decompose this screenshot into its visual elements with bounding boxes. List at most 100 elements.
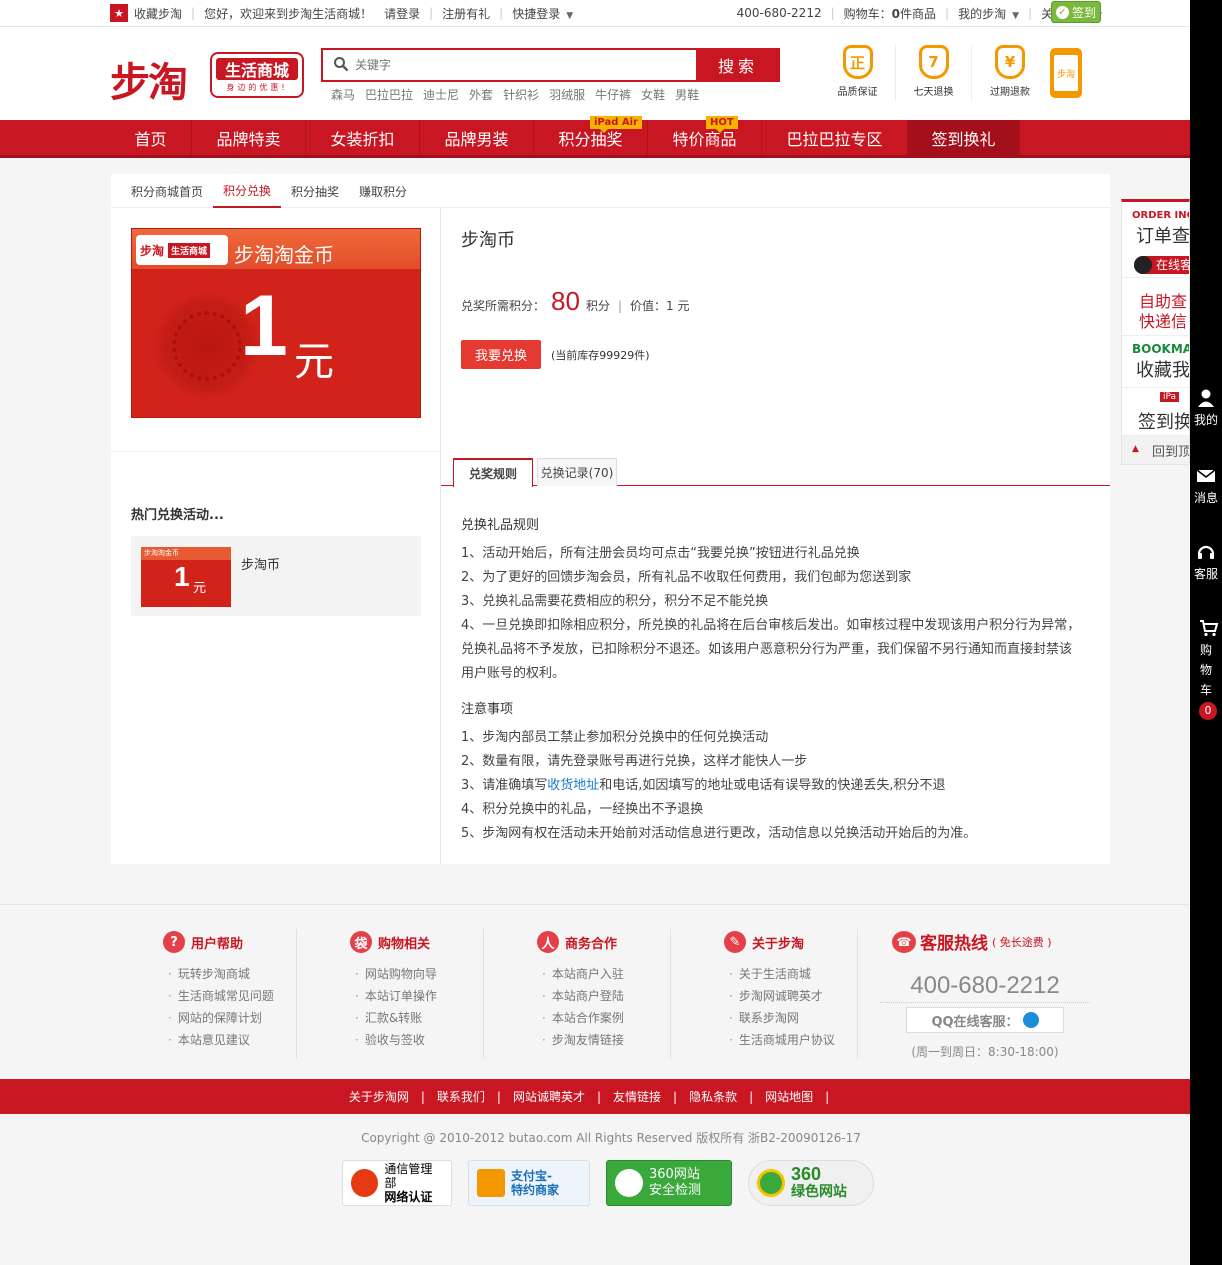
tab-exchange-records[interactable]: 兑换记录(70) <box>537 458 617 486</box>
sidebar-messages[interactable]: 消息 <box>1190 466 1222 508</box>
footer-link[interactable]: 联系步淘网 <box>729 1007 857 1029</box>
mobile-app-icon[interactable]: 步淘 <box>1050 48 1082 98</box>
favorite-link[interactable]: 收藏步淘 <box>134 5 182 22</box>
my-butao-dropdown[interactable]: 我的步淘 ▼ <box>958 5 1019 22</box>
left-column: 步淘 生活商城 步淘淘金币 1 元 热门兑换活动... 步淘淘金币 1 元 步淘币 <box>111 208 441 864</box>
sign-exchange[interactable]: iPa 签到换 <box>1122 388 1189 436</box>
footer-col-shopping: 袋购物相关 网站购物向导 本站订单操作 汇款&转账 验收与签收 <box>297 929 484 1059</box>
site-logo[interactable]: 步淘 生活商城 身边的优惠! <box>110 42 305 106</box>
footer-link[interactable]: 生活商城常见问题 <box>168 985 296 1007</box>
footer-link[interactable]: 生活商城用户协议 <box>729 1029 857 1051</box>
nav-item-brand-sale[interactable]: 品牌特卖 <box>192 120 306 155</box>
footer-link[interactable]: 本站商户登陆 <box>542 985 670 1007</box>
arrow-up-icon: ▲ <box>1132 444 1139 454</box>
hotword-link[interactable]: 森马 <box>331 86 355 103</box>
hotword-link[interactable]: 巴拉巴拉 <box>365 86 413 103</box>
tab-earn-points[interactable]: 赚取积分 <box>349 174 417 208</box>
footer-bar-link[interactable]: 网站地图 <box>765 1088 813 1105</box>
footer-bar-link[interactable]: 隐私条款 <box>689 1088 737 1105</box>
guarantee-list: 正 品质保证 7 七天退换 ¥ 过期退款 <box>820 45 1048 101</box>
caret-down-icon: ▼ <box>566 10 574 21</box>
login-link[interactable]: 请登录 <box>384 5 420 22</box>
guarantee-refund[interactable]: ¥ 过期退款 <box>972 45 1048 101</box>
pen-icon: ✎ <box>723 931 746 953</box>
welcome-text: 您好，欢迎来到步淘生活商城！ <box>204 6 373 21</box>
hot-item-thumb[interactable]: 步淘淘金币 1 元 <box>141 547 231 607</box>
tab-points-exchange[interactable]: 积分兑换 <box>213 174 282 208</box>
footer-bar-link[interactable]: 友情链接 <box>613 1088 661 1105</box>
copyright: Copyright @ 2010-2012 butao.com All Righ… <box>361 1131 861 1145</box>
tab-exchange-rules[interactable]: 兑奖规则 <box>453 458 533 487</box>
footer-link[interactable]: 本站合作案例 <box>542 1007 670 1029</box>
cart-link[interactable]: 购物车：0件商品 <box>844 5 936 22</box>
nav-item-sign-gift[interactable]: 签到换礼 <box>908 120 1020 155</box>
signin-button[interactable]: ✓ 签到 <box>1051 1 1101 23</box>
badge-360-green[interactable]: 360 绿色网站 <box>748 1160 874 1206</box>
nav-item-home[interactable]: 首页 <box>110 120 192 155</box>
right-toolbar: 我的 消息 客服 购物车 0 <box>1190 0 1222 1265</box>
nav-item-women-discount[interactable]: 女装折扣 <box>306 120 420 155</box>
redeem-button[interactable]: 我要兑换 <box>461 340 541 369</box>
star-icon[interactable]: ★ <box>110 4 128 22</box>
rules-content: 兑换礼品规则 1、活动开始后，所有注册会员均可点击“我要兑换”按钮进行礼品兑换 … <box>461 514 1081 846</box>
hotword-link[interactable]: 牛仔裤 <box>595 86 631 103</box>
sidebar-mine[interactable]: 我的 <box>1190 388 1222 430</box>
qq-online-service[interactable]: QQ在线客服： <box>906 1007 1064 1033</box>
badge-360-security[interactable]: 360网站 安全检测 <box>606 1160 732 1206</box>
footer-link[interactable]: 本站意见建议 <box>168 1029 296 1051</box>
badge-telecom[interactable]: 通信管理部 网络认证 <box>342 1160 452 1206</box>
footer-link[interactable]: 网站的保障计划 <box>168 1007 296 1029</box>
hotword-link[interactable]: 迪士尼 <box>423 86 459 103</box>
footer-link[interactable]: 验收与签收 <box>355 1029 483 1051</box>
footer-link[interactable]: 汇款&转账 <box>355 1007 483 1029</box>
hotword-link[interactable]: 针织衫 <box>503 86 539 103</box>
footer-link[interactable]: 网站购物向导 <box>355 963 483 985</box>
footer-link[interactable]: 步淘友情链接 <box>542 1029 670 1051</box>
cart-count-badge: 0 <box>1199 702 1217 720</box>
address-link[interactable]: 收货地址 <box>547 778 599 793</box>
footer-link[interactable]: 本站商户入驻 <box>542 963 670 985</box>
sidebar-service[interactable]: 客服 <box>1190 542 1222 584</box>
top-bar: ★ 收藏步淘 | 您好，欢迎来到步淘生活商城！ 请登录 | 注册有礼 | 快捷登… <box>0 0 1190 27</box>
rule-item: 2、为了更好的回馈步淘会员，所有礼品不收取任何费用，我们包邮为您送到家 <box>461 570 912 585</box>
footer-bar-link[interactable]: 联系我们 <box>437 1088 485 1105</box>
hotword-link[interactable]: 女鞋 <box>641 86 665 103</box>
note-item: 4、积分兑换中的礼品，一经换出不予退换 <box>461 802 704 817</box>
footer-link[interactable]: 玩转步淘商城 <box>168 963 296 985</box>
footer-link[interactable]: 步淘网诚聘英才 <box>729 985 857 1007</box>
hotword-link[interactable]: 外套 <box>469 86 493 103</box>
nav-item-special-price[interactable]: 特价商品 HOT <box>648 116 762 155</box>
hot-exchange-item[interactable]: 步淘淘金币 1 元 步淘币 <box>131 536 421 616</box>
quick-login-dropdown[interactable]: 快捷登录 ▼ <box>512 5 573 22</box>
nav-item-men-brand[interactable]: 品牌男装 <box>420 120 534 155</box>
hotline-text: 400-680-2212 <box>736 6 822 20</box>
search-button[interactable]: 搜索 <box>696 48 780 82</box>
bookmark[interactable]: BOOKMA 收藏我 <box>1122 336 1189 388</box>
guarantee-quality[interactable]: 正 品质保证 <box>820 45 896 101</box>
rules-heading: 兑换礼品规则 <box>461 518 540 533</box>
tab-points-lottery[interactable]: 积分抽奖 <box>281 174 349 208</box>
price-line: 兑奖所需积分： 80 积分 | 价值：1 元 <box>461 286 690 316</box>
sidebar-cart[interactable]: 购物车 0 <box>1190 618 1222 720</box>
footer-link[interactable]: 关于生活商城 <box>729 963 857 985</box>
product-image: 步淘 生活商城 步淘淘金币 1 元 <box>131 228 421 418</box>
card-title: 步淘淘金币 <box>234 243 334 267</box>
sub-tabs: 积分商城首页 积分兑换 积分抽奖 赚取积分 <box>111 174 1110 208</box>
tab-points-home[interactable]: 积分商城首页 <box>121 174 213 208</box>
hotword-link[interactable]: 男鞋 <box>675 86 699 103</box>
nav-item-points-lottery[interactable]: 积分抽奖 iPad Air <box>534 116 648 155</box>
footer-link[interactable]: 本站订单操作 <box>355 985 483 1007</box>
guarantee-seven-day[interactable]: 7 七天退换 <box>896 45 972 101</box>
register-link[interactable]: 注册有礼 <box>442 5 490 22</box>
search-input[interactable] <box>355 50 695 80</box>
nav-item-balabala[interactable]: 巴拉巴拉专区 <box>762 120 908 155</box>
self-service[interactable]: 自助查 快递信 <box>1122 278 1189 336</box>
footer-bar-link[interactable]: 关于步淘网 <box>349 1088 409 1105</box>
hot-item-name[interactable]: 步淘币 <box>241 554 280 573</box>
rule-item: 1、活动开始后，所有注册会员均可点击“我要兑换”按钮进行礼品兑换 <box>461 546 860 561</box>
back-to-top[interactable]: ▲ 回到顶 <box>1122 436 1189 464</box>
order-inquiry[interactable]: ORDER INQU 订单查 在线客 <box>1122 202 1189 278</box>
badge-alipay[interactable]: 支付宝- 特约商家 <box>468 1160 590 1206</box>
hotword-link[interactable]: 羽绒服 <box>549 86 585 103</box>
footer-bar-link[interactable]: 网站诚聘英才 <box>513 1088 585 1105</box>
